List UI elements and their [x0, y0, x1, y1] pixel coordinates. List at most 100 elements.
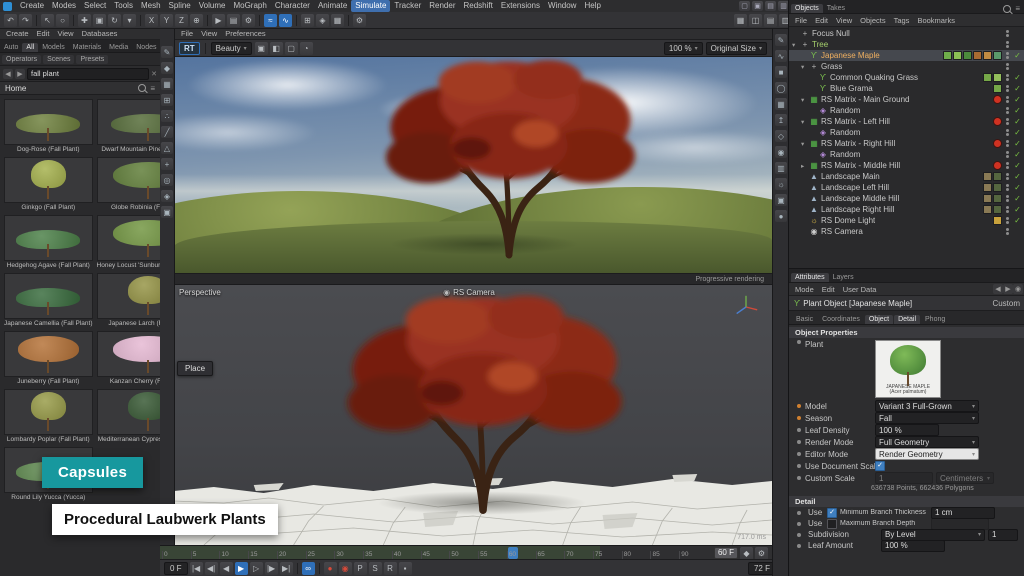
loop-mode-button[interactable]: ∞: [302, 562, 315, 575]
texture-tag[interactable]: [993, 51, 1002, 60]
visibility-dot[interactable]: [1006, 155, 1009, 158]
object-row-random[interactable]: ◈Random✓: [789, 105, 1024, 116]
object-row-landscape-left-hill[interactable]: ▲Landscape Left Hill✓: [789, 182, 1024, 193]
visibility-dots[interactable]: [1006, 41, 1009, 48]
visibility-dots[interactable]: [1006, 107, 1009, 114]
visibility-dot[interactable]: [1006, 206, 1009, 209]
visibility-dots[interactable]: [1006, 140, 1009, 147]
browser-tab-media[interactable]: Media: [105, 43, 132, 52]
light-object-icon[interactable]: ☼: [775, 178, 787, 190]
render-menu-view[interactable]: View: [197, 29, 221, 38]
model-dropdown[interactable]: Variant 3 Full-Grown▾: [875, 400, 979, 412]
visibility-dot[interactable]: [1006, 184, 1009, 187]
texture-tag[interactable]: [993, 194, 1002, 203]
enable-checkmark[interactable]: ✓: [1013, 139, 1022, 148]
grid-toggle-icon[interactable]: ⊞: [301, 14, 314, 27]
visibility-dot[interactable]: [1006, 63, 1009, 66]
enable-checkmark[interactable]: ✓: [1013, 194, 1022, 203]
visibility-dot[interactable]: [1006, 133, 1009, 136]
keyframe-position-button[interactable]: P: [354, 562, 367, 575]
frame-ruler[interactable]: 051015202530354045505560657075808590: [160, 546, 710, 560]
cube-primitive-icon[interactable]: ■: [775, 66, 787, 78]
visibility-dot[interactable]: [1006, 177, 1009, 180]
visibility-dot[interactable]: [1006, 195, 1009, 198]
workplane-mode-icon[interactable]: ⊞: [161, 94, 173, 106]
browser-subtab-scenes[interactable]: Scenes: [43, 55, 74, 64]
axis-mode-icon[interactable]: +: [161, 158, 173, 170]
autokey-button[interactable]: ◉: [339, 562, 352, 575]
expand-arrow-icon[interactable]: ▾: [801, 96, 809, 104]
asset-item-ginkgo-fall-plant[interactable]: Ginkgo (Fall Plant): [3, 156, 94, 212]
menu-mesh[interactable]: Mesh: [137, 0, 165, 12]
field-object-icon[interactable]: ◉: [775, 146, 787, 158]
scale-icon[interactable]: ▣: [93, 14, 106, 27]
object-row-rs-matrix-middle-hill[interactable]: ▸▦RS Matrix - Middle Hill✓: [789, 160, 1024, 171]
enable-checkmark[interactable]: ✓: [1013, 172, 1022, 181]
browser-menu-create[interactable]: Create: [2, 29, 33, 38]
maximum-branch-depth-field[interactable]: [931, 518, 989, 530]
pen-tool-icon[interactable]: ✎: [775, 34, 787, 46]
render-view-icon[interactable]: ▶: [212, 14, 225, 27]
expand-arrow-icon[interactable]: ▸: [801, 162, 809, 170]
visibility-dots[interactable]: [1006, 184, 1009, 191]
visibility-dot[interactable]: [1006, 111, 1009, 114]
visibility-dot[interactable]: [1006, 96, 1009, 99]
menu-character[interactable]: Character: [271, 0, 314, 12]
asset-item-kanzan-cherry-fall-plant[interactable]: Kanzan Cherry (Fall Plant): [96, 330, 160, 386]
select-icon[interactable]: ↖: [41, 14, 54, 27]
forward-arrow-icon[interactable]: ▶: [15, 69, 25, 79]
search-icon[interactable]: [1003, 5, 1011, 13]
prev-key-button[interactable]: ◀|: [205, 562, 218, 575]
layout-preset-2-icon[interactable]: ▣: [752, 1, 763, 11]
om-menu-edit[interactable]: Edit: [811, 16, 832, 25]
menu-simulate[interactable]: Simulate: [351, 0, 390, 12]
visibility-dots[interactable]: [1006, 118, 1009, 125]
object-row-common-quaking-grass[interactable]: ϒCommon Quaking Grass✓: [789, 72, 1024, 83]
volume-builder-icon[interactable]: ▥: [775, 162, 787, 174]
expand-arrow-icon[interactable]: ▾: [792, 41, 800, 49]
texture-tag[interactable]: [983, 73, 992, 82]
custom-dropdown[interactable]: Custom: [992, 299, 1020, 308]
visibility-dot[interactable]: [1006, 221, 1009, 224]
render-mode-dropdown[interactable]: Full Geometry▾: [875, 436, 979, 448]
extrude-tool-icon[interactable]: ↥: [775, 114, 787, 126]
leaf-amount-field[interactable]: 100 %: [881, 540, 945, 552]
texture-tag[interactable]: [983, 172, 992, 181]
menu-help[interactable]: Help: [580, 0, 604, 12]
visibility-dot[interactable]: [1006, 85, 1009, 88]
menu-tracker[interactable]: Tracker: [390, 0, 425, 12]
render-menu-preferences[interactable]: Preferences: [221, 29, 269, 38]
texture-tag[interactable]: [993, 139, 1002, 148]
breadcrumb[interactable]: Home: [5, 84, 26, 93]
panel-menu-icon[interactable]: ≡: [1015, 4, 1023, 13]
texture-tag[interactable]: [973, 51, 982, 60]
render-menu-file[interactable]: File: [177, 29, 197, 38]
om-tab-objects[interactable]: Objects: [791, 4, 823, 13]
texture-tag[interactable]: [993, 183, 1002, 192]
asset-item-globe-robinia-fall-plant[interactable]: Globe Robinia (Fall Plant): [96, 156, 160, 212]
visibility-dot[interactable]: [1006, 173, 1009, 176]
visibility-dot[interactable]: [1006, 34, 1009, 37]
browser-subtab-presets[interactable]: Presets: [76, 55, 108, 64]
maple-tree-viewport[interactable]: [318, 285, 648, 517]
viewport-solo-icon[interactable]: ◎: [161, 174, 173, 186]
visibility-dots[interactable]: [1006, 129, 1009, 136]
om-menu-view[interactable]: View: [832, 16, 856, 25]
play-button[interactable]: ▶: [235, 562, 248, 575]
browser-menu-databases[interactable]: Databases: [78, 29, 122, 38]
object-row-landscape-right-hill[interactable]: ▲Landscape Right Hill✓: [789, 204, 1024, 215]
attributes-menu-edit[interactable]: Edit: [818, 285, 839, 294]
menu-modes[interactable]: Modes: [48, 0, 80, 12]
timeline-options-icon[interactable]: ⚙: [755, 547, 768, 560]
layout-preset-3-icon[interactable]: ▤: [765, 1, 776, 11]
texture-tag[interactable]: [993, 84, 1002, 93]
attributes-menu-mode[interactable]: Mode: [791, 285, 818, 294]
visibility-dot[interactable]: [1006, 118, 1009, 121]
visibility-dots[interactable]: [1006, 30, 1009, 37]
visibility-dot[interactable]: [1006, 144, 1009, 147]
visibility-dots[interactable]: [1006, 162, 1009, 169]
texture-tag[interactable]: [983, 183, 992, 192]
next-key-button[interactable]: |▶: [265, 562, 278, 575]
object-row-rs-camera[interactable]: ◉RS Camera: [789, 226, 1024, 237]
edges-mode-icon[interactable]: ╱: [161, 126, 173, 138]
